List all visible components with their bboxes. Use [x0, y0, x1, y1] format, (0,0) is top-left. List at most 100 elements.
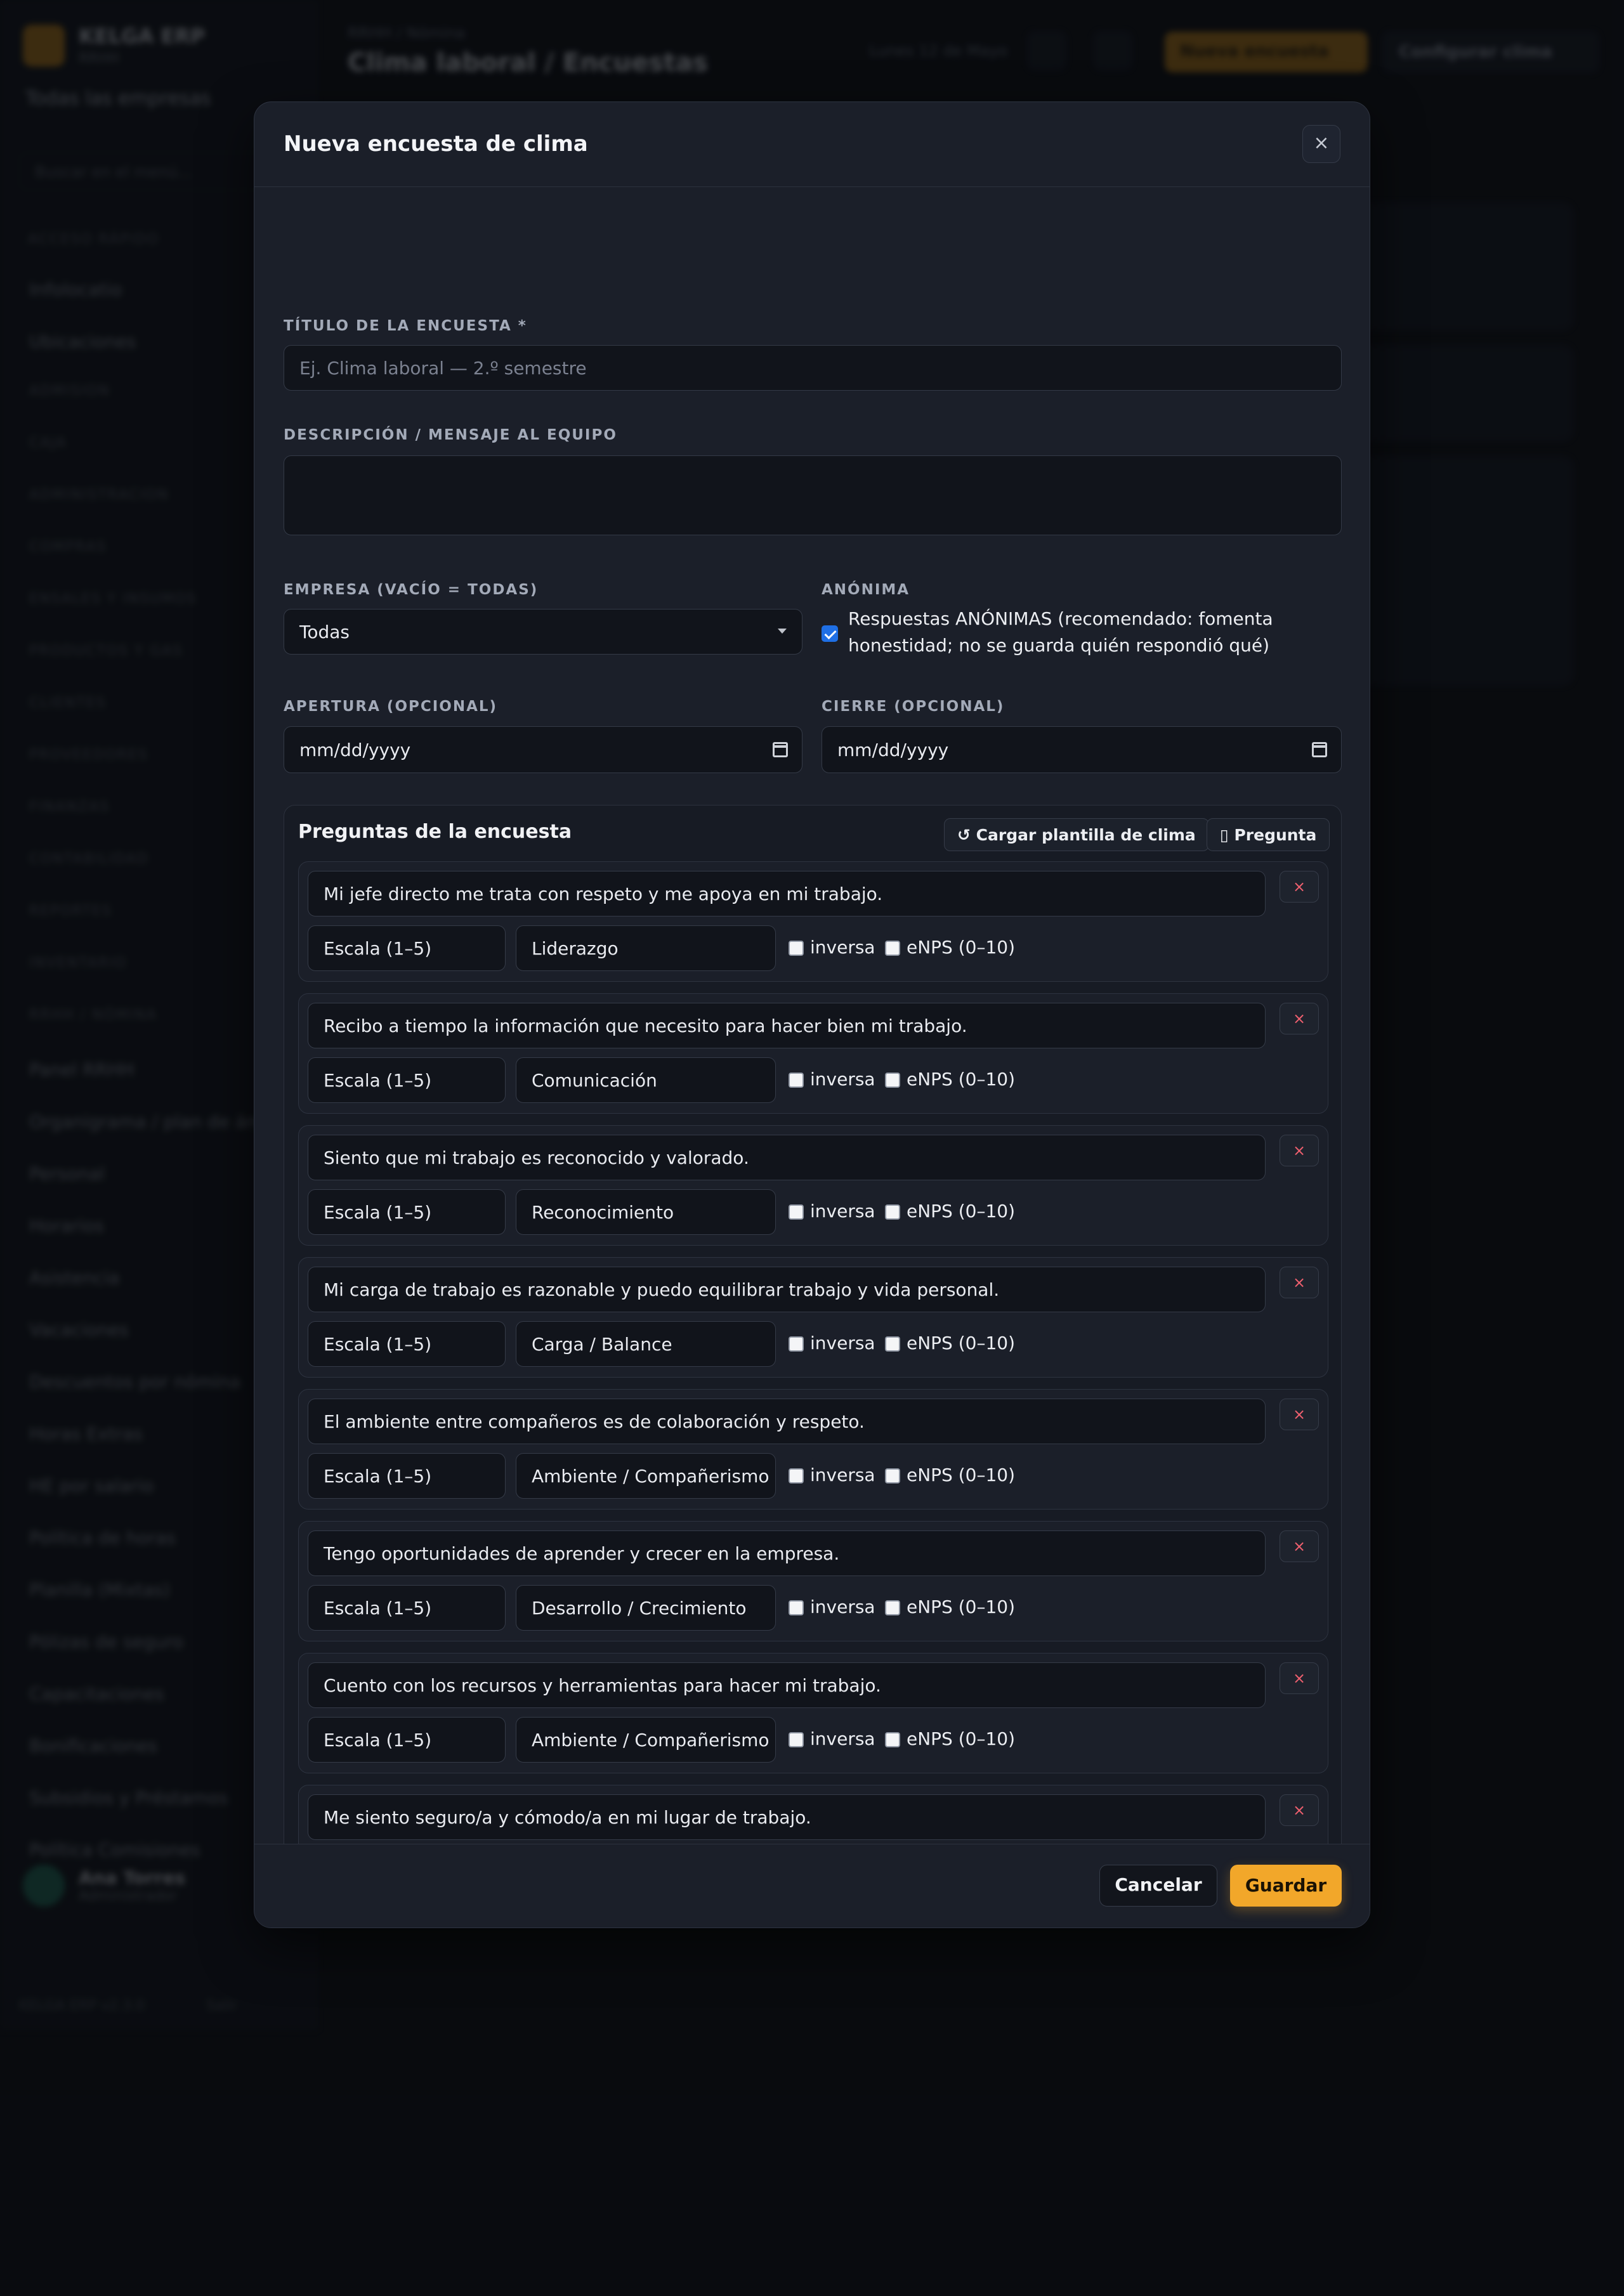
delete-question-button[interactable]: × — [1280, 1662, 1319, 1694]
question-text-input[interactable]: Tengo oportunidades de aprender y crecer… — [308, 1530, 1266, 1576]
inverse-checkbox[interactable] — [789, 1468, 804, 1484]
close-icon: × — [1292, 1406, 1306, 1423]
question-type-select[interactable]: Escala (1–5) — [308, 1321, 506, 1367]
open-date-input[interactable]: mm/dd/yyyy — [284, 726, 802, 773]
enps-label: eNPS (0–10) — [907, 937, 1016, 958]
inverse-checkbox[interactable] — [789, 1732, 804, 1747]
question-card: Tengo oportunidades de aprender y crecer… — [298, 1521, 1328, 1641]
anonymous-label: ANÓNIMA — [822, 582, 910, 598]
title-label: TÍTULO DE LA ENCUESTA * — [284, 318, 527, 334]
anonymous-text: Respuestas ANÓNIMAS (recomendado: foment… — [848, 608, 1273, 656]
question-text-input[interactable]: El ambiente entre compañeros es de colab… — [308, 1399, 1266, 1444]
modal-title: Nueva encuesta de clima — [284, 131, 588, 157]
enps-label: eNPS (0–10) — [907, 1333, 1016, 1353]
title-input[interactable]: Ej. Clima laboral — 2.º semestre — [284, 345, 1342, 391]
question-dimension-input[interactable]: Carga / Balance — [516, 1321, 776, 1367]
chevron-down-icon — [778, 629, 787, 634]
delete-question-button[interactable]: × — [1280, 1003, 1319, 1034]
inverse-checkbox[interactable] — [789, 1600, 804, 1615]
question-text-input[interactable]: Siento que mi trabajo es reconocido y va… — [308, 1135, 1266, 1180]
question-card: Cuento con los recursos y herramientas p… — [298, 1653, 1328, 1773]
close-icon: × — [1292, 1010, 1306, 1027]
cancel-button[interactable]: Cancelar — [1099, 1865, 1217, 1907]
question-card: Mi jefe directo me trata con respeto y m… — [298, 861, 1328, 982]
enps-checkbox[interactable] — [885, 1600, 900, 1615]
anonymous-checkbox[interactable] — [822, 625, 838, 642]
question-type-select[interactable]: Escala (1–5) — [308, 1585, 506, 1631]
open-date-value: mm/dd/yyyy — [299, 739, 411, 760]
question-type-select[interactable]: Escala (1–5) — [308, 1057, 506, 1103]
question-type-select[interactable]: Escala (1–5) — [308, 1189, 506, 1235]
enps-label: eNPS (0–10) — [907, 1728, 1016, 1749]
delete-question-button[interactable]: × — [1280, 871, 1319, 903]
inverse-checkbox[interactable] — [789, 941, 804, 956]
inverse-label: inversa — [810, 1596, 875, 1617]
question-text-input[interactable]: Mi carga de trabajo es razonable y puedo… — [308, 1267, 1266, 1312]
question-card: El ambiente entre compañeros es de colab… — [298, 1389, 1328, 1510]
enps-label: eNPS (0–10) — [907, 1069, 1016, 1090]
description-textarea[interactable] — [284, 455, 1342, 535]
description-label: DESCRIPCIÓN / MENSAJE AL EQUIPO — [284, 427, 617, 443]
question-text-input[interactable]: Recibo a tiempo la información que neces… — [308, 1003, 1266, 1048]
questions-panel: Preguntas de la encuesta ↺ Cargar planti… — [284, 805, 1342, 1927]
enps-checkbox[interactable] — [885, 1073, 900, 1088]
close-icon: × — [1292, 1801, 1306, 1819]
delete-question-button[interactable]: × — [1280, 1267, 1319, 1298]
load-template-button[interactable]: ↺ Cargar plantilla de clima — [944, 818, 1209, 851]
close-icon: × — [1313, 132, 1330, 154]
inverse-label: inversa — [810, 1069, 875, 1090]
delete-question-button[interactable]: × — [1280, 1135, 1319, 1166]
question-text-input[interactable]: Cuento con los recursos y herramientas p… — [308, 1662, 1266, 1708]
enps-checkbox[interactable] — [885, 1336, 900, 1352]
question-dimension-input[interactable]: Desarrollo / Crecimiento — [516, 1585, 776, 1631]
question-text-input[interactable]: Me siento seguro/a y cómodo/a en mi luga… — [308, 1794, 1266, 1840]
inverse-label: inversa — [810, 1333, 875, 1353]
delete-question-button[interactable]: × — [1280, 1794, 1319, 1826]
company-select-value: Todas — [299, 621, 350, 642]
question-dimension-input[interactable]: Ambiente / Compañerismo — [516, 1453, 776, 1499]
question-type-select[interactable]: Escala (1–5) — [308, 1453, 506, 1499]
company-select[interactable]: Todas — [284, 609, 802, 655]
company-label: EMPRESA (VACÍO = TODAS) — [284, 582, 539, 598]
close-icon: × — [1292, 1274, 1306, 1291]
delete-question-button[interactable]: × — [1280, 1530, 1319, 1562]
inverse-label: inversa — [810, 1728, 875, 1749]
enps-checkbox[interactable] — [885, 1204, 900, 1220]
question-card: Siento que mi trabajo es reconocido y va… — [298, 1125, 1328, 1246]
delete-question-button[interactable]: × — [1280, 1399, 1319, 1430]
close-icon: × — [1292, 1537, 1306, 1555]
question-text-input[interactable]: Mi jefe directo me trata con respeto y m… — [308, 871, 1266, 916]
question-card: Mi carga de trabajo es razonable y puedo… — [298, 1257, 1328, 1378]
close-button[interactable]: × — [1302, 125, 1340, 163]
close-date-input[interactable]: mm/dd/yyyy — [822, 726, 1342, 773]
calendar-icon[interactable] — [773, 742, 788, 757]
close-icon: × — [1292, 1142, 1306, 1159]
question-type-select[interactable]: Escala (1–5) — [308, 1717, 506, 1763]
question-type-select[interactable]: Escala (1–5) — [308, 925, 506, 971]
inverse-checkbox[interactable] — [789, 1336, 804, 1352]
inverse-label: inversa — [810, 937, 875, 958]
enps-checkbox[interactable] — [885, 1468, 900, 1484]
open-date-label: APERTURA (OPCIONAL) — [284, 698, 498, 715]
enps-label: eNPS (0–10) — [907, 1464, 1016, 1485]
question-dimension-input[interactable]: Reconocimiento — [516, 1189, 776, 1235]
questions-heading: Preguntas de la encuesta — [298, 821, 572, 843]
question-card: Recibo a tiempo la información que neces… — [298, 993, 1328, 1114]
enps-checkbox[interactable] — [885, 1732, 900, 1747]
modal-body[interactable]: TÍTULO DE LA ENCUESTA * Ej. Clima labora… — [284, 187, 1342, 1927]
save-button[interactable]: Guardar — [1230, 1865, 1342, 1907]
inverse-checkbox[interactable] — [789, 1204, 804, 1220]
close-date-label: CIERRE (OPCIONAL) — [822, 698, 1005, 715]
enps-checkbox[interactable] — [885, 941, 900, 956]
modal-footer: Cancelar Guardar — [254, 1844, 1370, 1927]
calendar-icon[interactable] — [1312, 742, 1327, 757]
question-dimension-input[interactable]: Comunicación — [516, 1057, 776, 1103]
add-question-button[interactable]: ▯ Pregunta — [1207, 818, 1330, 851]
new-survey-modal: Nueva encuesta de clima × TÍTULO DE LA E… — [254, 101, 1370, 1928]
inverse-label: inversa — [810, 1464, 875, 1485]
question-dimension-input[interactable]: Ambiente / Compañerismo — [516, 1717, 776, 1763]
enps-label: eNPS (0–10) — [907, 1596, 1016, 1617]
inverse-checkbox[interactable] — [789, 1073, 804, 1088]
enps-label: eNPS (0–10) — [907, 1201, 1016, 1222]
question-dimension-input[interactable]: Liderazgo — [516, 925, 776, 971]
